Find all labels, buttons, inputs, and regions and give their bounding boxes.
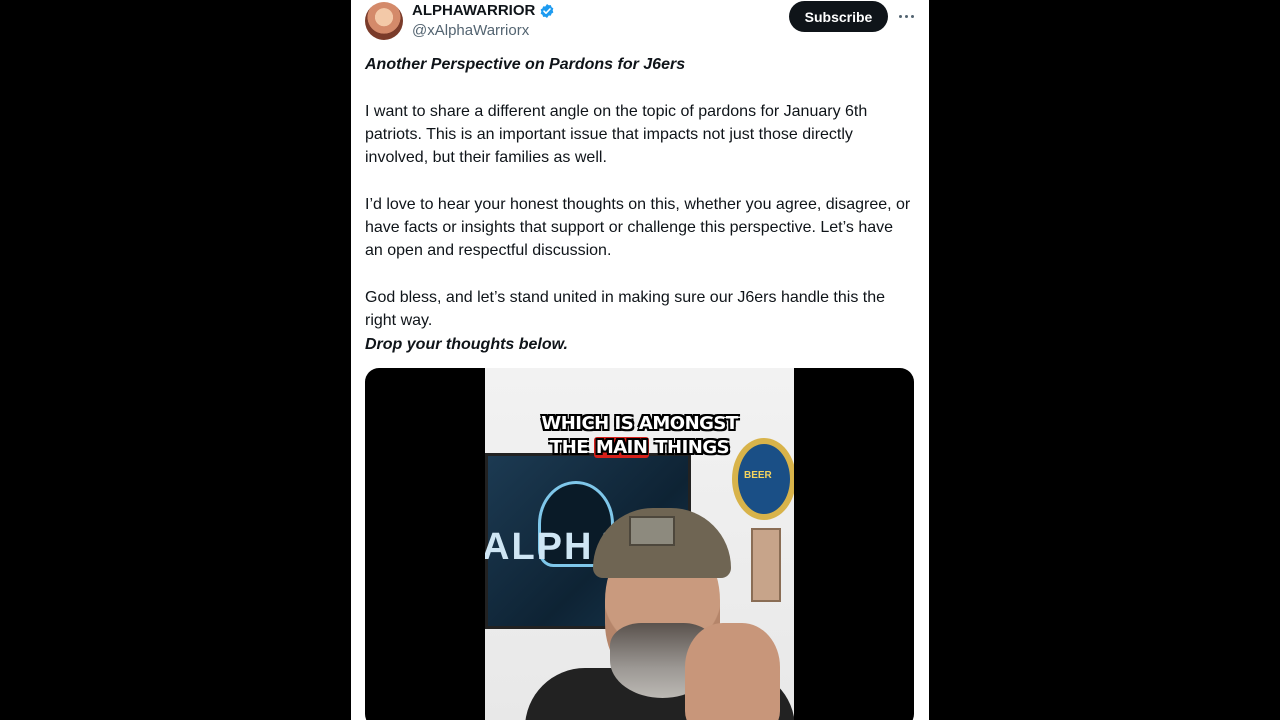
subscribe-button[interactable]: Subscribe (789, 1, 888, 32)
flag-patch-icon (629, 516, 675, 546)
post-card: ALPHAWARRIOR @xAlphaWarriorx Subscribe A… (351, 0, 929, 720)
author-handle[interactable]: @xAlphaWarriorx (412, 22, 529, 39)
post-paragraph: God bless, and let’s stand united in mak… (365, 288, 886, 330)
more-options-icon[interactable] (895, 6, 917, 26)
post-paragraph: I’d love to hear your honest thoughts on… (365, 195, 911, 260)
porthole-sign: BEER (732, 438, 794, 520)
author-display-name[interactable]: ALPHAWARRIOR (412, 2, 535, 19)
post-title: Another Perspective on Pardons for J6ers (365, 56, 686, 73)
post-closing: Drop your thoughts below. (365, 335, 568, 353)
author-name-row[interactable]: ALPHAWARRIOR (412, 2, 555, 19)
avatar[interactable] (365, 2, 403, 40)
video-frame[interactable]: ALPHA BEER (485, 368, 794, 720)
video-player[interactable]: ALPHA BEER (365, 368, 914, 720)
verified-badge-icon (541, 3, 554, 18)
porthole-text: BEER (744, 470, 772, 481)
wall-picture (751, 528, 781, 602)
post-paragraph: I want to share a different angle on the… (365, 102, 868, 167)
post-body: Another Perspective on Pardons for J6ers… (365, 53, 915, 356)
person-arm (685, 623, 780, 720)
